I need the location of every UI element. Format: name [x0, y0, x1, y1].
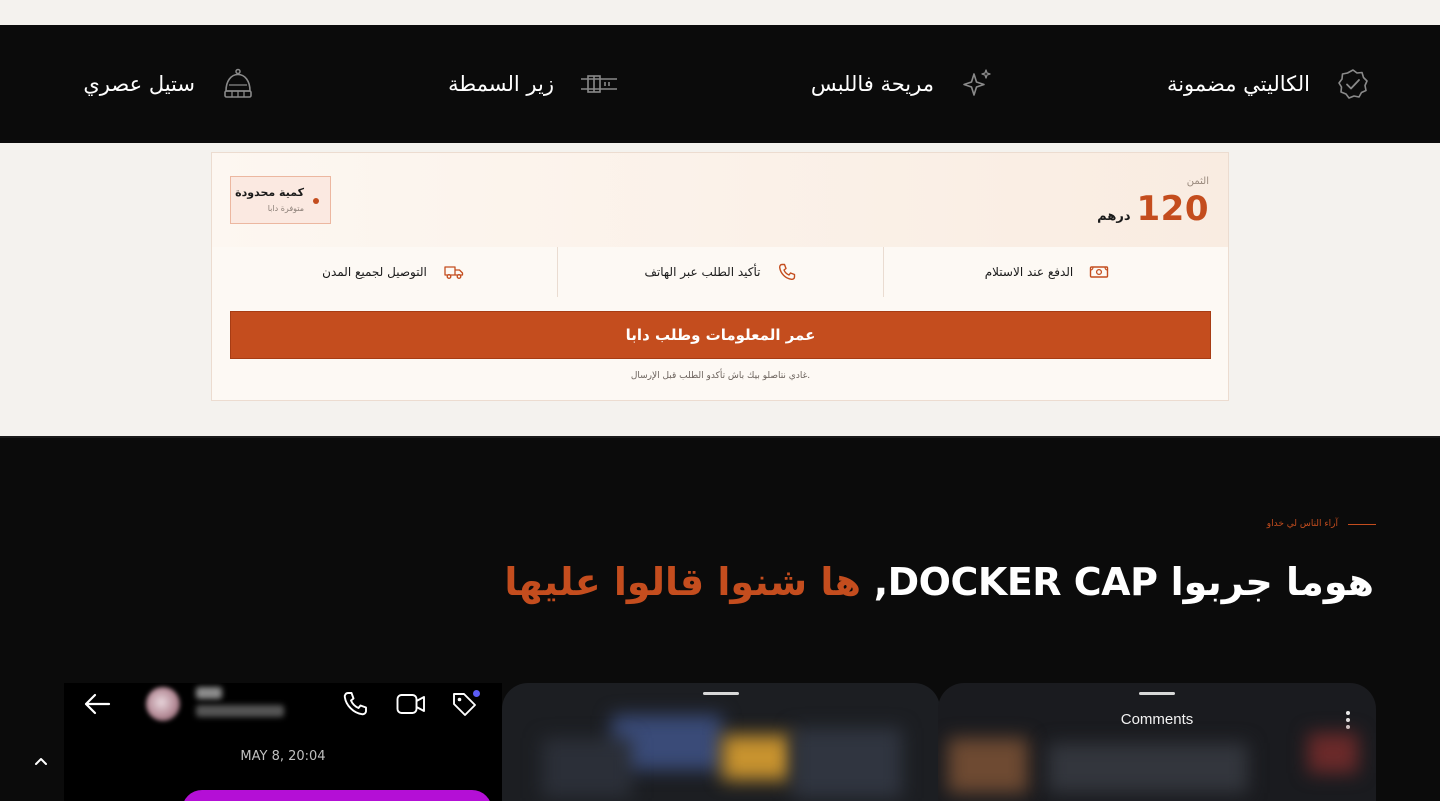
- cap-icon: [224, 68, 252, 98]
- top-strip: [0, 0, 1440, 25]
- price-row: 120 درهم: [1097, 189, 1209, 229]
- badge-check-icon: [1338, 69, 1368, 99]
- limited-subtitle: متوفرة دابا: [267, 204, 304, 213]
- order-section: الثمن 120 درهم كمية محدودة متوفرة دابا ا…: [0, 143, 1440, 436]
- scroll-to-top-button[interactable]: [24, 744, 58, 778]
- review-screenshot-comments[interactable]: Comments: [938, 683, 1376, 801]
- feature-comfort-label: مريحة فاللبس: [810, 72, 934, 96]
- review-screenshot-video[interactable]: [502, 683, 940, 801]
- chat-timestamp: MAY 8, 20:04: [240, 749, 326, 764]
- headline-main: هوما جربوا DOCKER CAP,: [873, 560, 1375, 604]
- eyebrow-line: [1348, 523, 1376, 525]
- order-card: الثمن 120 درهم كمية محدودة متوفرة دابا ا…: [211, 152, 1229, 401]
- feature-style-label: ستيل عصري: [83, 72, 195, 96]
- info-cash-label: الدفع عند الاستلام: [984, 265, 1074, 279]
- feature-comfort: مريحة فاللبس: [811, 25, 994, 143]
- feature-strap: زير السمطة: [448, 25, 618, 143]
- info-phone-label: تأكيد الطلب عبر الهاتف: [644, 265, 761, 279]
- price-currency: درهم: [1097, 209, 1131, 224]
- reviews-section: آراء الناس لي خداو هوما جربوا DOCKER CAP…: [0, 436, 1440, 801]
- feature-style: ستيل عصري: [83, 25, 255, 143]
- cash-icon: [1090, 266, 1109, 278]
- order-note: غادي نتاصلو بيك باش تأكدو الطلب قبل الإر…: [630, 371, 811, 381]
- feature-quality-label: الكاليتي مضمونة: [1166, 72, 1310, 96]
- blurred-content: [1048, 743, 1248, 793]
- blurred-content: [948, 738, 1028, 793]
- chevron-up-icon: [35, 758, 47, 765]
- info-phone-confirm: تأكيد الطلب عبر الهاتف: [557, 247, 884, 297]
- reviews-eyebrow: آراء الناس لي خداو: [1267, 519, 1376, 529]
- price-header: الثمن 120 درهم كمية محدودة متوفرة دابا: [212, 153, 1228, 247]
- info-cash-on-delivery: الدفع عند الاستلام: [884, 247, 1210, 297]
- sparkles-icon: [963, 69, 991, 96]
- strap-icon: [581, 75, 617, 93]
- more-options-icon[interactable]: [1346, 711, 1350, 732]
- avatar: [146, 687, 180, 721]
- blurred-username: [196, 687, 222, 699]
- eyebrow-text: آراء الناس لي خداو: [1266, 519, 1338, 529]
- chat-bubble: [182, 790, 492, 801]
- feature-quality: الكاليتي مضمونة: [1167, 25, 1370, 143]
- features-bar: الكاليتي مضمونة مريحة فاللبس زير السمطة: [0, 25, 1440, 143]
- price-label: الثمن: [1186, 176, 1209, 187]
- phone-call-icon: [343, 692, 367, 716]
- blurred-content: [542, 738, 632, 798]
- comments-title: Comments: [1120, 711, 1194, 728]
- reviews-headline: هوما جربوا DOCKER CAP, ها شنوا قالوا علي…: [504, 560, 1374, 604]
- back-arrow-icon: [84, 693, 111, 715]
- info-delivery: التوصيل لجميع المدن: [230, 247, 557, 297]
- order-info-row: الدفع عند الاستلام تأكيد الطلب عبر الهات…: [230, 247, 1210, 297]
- order-now-button[interactable]: عمر المعلومات وطلب دابا: [230, 311, 1211, 359]
- blurred-content: [722, 735, 792, 780]
- phone-icon: [778, 263, 795, 281]
- video-call-icon: [396, 694, 425, 714]
- price-value: 120: [1136, 189, 1209, 229]
- blurred-content: [1308, 733, 1358, 773]
- limited-stock-badge: كمية محدودة متوفرة دابا: [230, 176, 331, 224]
- headline-accent: ها شنوا قالوا عليها: [504, 560, 874, 604]
- sheet-grabber: [1139, 692, 1175, 695]
- notification-dot: [473, 690, 480, 697]
- status-dot-icon: [313, 198, 319, 204]
- blurred-content: [792, 728, 902, 798]
- sheet-grabber: [703, 692, 739, 695]
- info-delivery-label: التوصيل لجميع المدن: [322, 265, 427, 279]
- review-screenshot-chat[interactable]: MAY 8, 20:04: [64, 683, 502, 801]
- feature-strap-label: زير السمطة: [448, 72, 554, 96]
- limited-title: كمية محدودة: [235, 186, 304, 199]
- blurred-handle: [196, 705, 284, 717]
- truck-icon: [444, 266, 464, 279]
